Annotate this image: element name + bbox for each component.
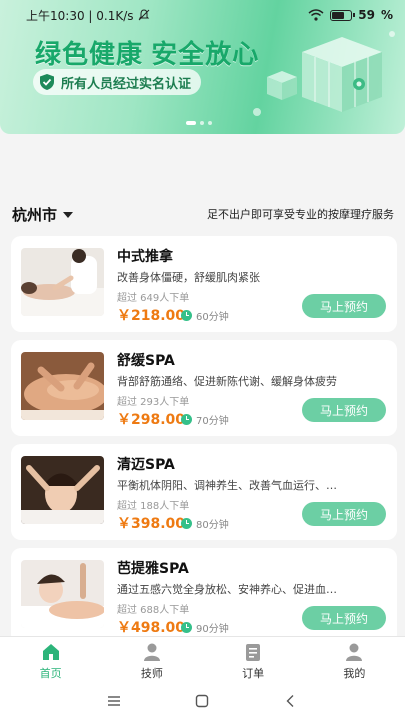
book-now-button[interactable]: 马上预约: [302, 398, 386, 422]
service-card[interactable]: 清迈SPA 平衡机体阴阳、调神养生、改善气血运行、… 超过 188人下单 ￥39…: [11, 444, 397, 540]
city-selector[interactable]: 杭州市: [12, 204, 74, 225]
service-card[interactable]: 芭提雅SPA 通过五感六觉全身放松、安神养心、促进血… 超过 688人下单 ￥4…: [11, 548, 397, 644]
banner-title: 绿色健康 安全放心: [35, 39, 260, 69]
clock-icon: [181, 310, 192, 321]
service-thumbnail: [21, 352, 104, 420]
service-thumbnail: [21, 456, 104, 524]
bottom-tab-bar: 首页 技师 订单 我的: [0, 636, 405, 682]
percent-sign: %: [380, 8, 393, 22]
service-card[interactable]: 舒缓SPA 背部舒筋通络、促进新陈代谢、缓解身体疲劳 超过 293人下单 ￥29…: [11, 340, 397, 436]
person-icon: [143, 643, 160, 661]
verified-badge-text: 所有人员经过实名认证: [61, 76, 192, 92]
clock-icon: [181, 622, 192, 633]
tab-orders[interactable]: 订单: [203, 637, 304, 682]
service-duration-text: 90分钟: [196, 624, 229, 635]
service-description: 通过五感六觉全身放松、安神养心、促进血…: [117, 583, 337, 596]
clock-icon: [181, 518, 192, 529]
banner-cube-illustration: [253, 31, 395, 116]
mute-icon: [138, 9, 149, 21]
service-duration-text: 80分钟: [196, 520, 229, 531]
book-now-button[interactable]: 马上预约: [302, 606, 386, 630]
tab-home[interactable]: 首页: [0, 637, 101, 682]
location-row: 杭州市 足不出户即可享受专业的按摩理疗服务: [0, 200, 405, 228]
banner-pagination: [186, 121, 212, 125]
battery-level: 59: [358, 8, 375, 22]
tab-home-label: 首页: [39, 667, 62, 680]
promo-banner[interactable]: 上午10:30 | 0.1K/s 59% 绿色健康 安全放心 所有人员经过实名认…: [0, 0, 405, 134]
shield-check-icon: [40, 74, 54, 90]
service-name: 舒缓SPA: [117, 353, 175, 369]
service-description: 平衡机体阴阳、调神养生、改善气血运行、…: [117, 479, 337, 492]
service-name: 中式推拿: [117, 249, 173, 265]
banner-dot[interactable]: [200, 121, 204, 125]
tab-profile-label: 我的: [343, 667, 366, 680]
service-tagline: 足不出户即可享受专业的按摩理疗服务: [207, 208, 394, 221]
banner-dot[interactable]: [208, 121, 212, 125]
service-duration-text: 60分钟: [196, 312, 229, 323]
banner-dot-active[interactable]: [186, 121, 196, 125]
service-orders: 超过 293人下单: [117, 397, 190, 408]
service-price: ￥498.00: [117, 620, 186, 636]
service-orders: 超过 188人下单: [117, 501, 190, 512]
back-arrow-icon[interactable]: [284, 694, 298, 708]
service-description: 背部舒筋通络、促进新陈代谢、缓解身体疲劳: [117, 375, 337, 388]
menu-icon[interactable]: [107, 694, 121, 708]
service-duration: 90分钟: [181, 620, 229, 635]
profile-icon: [346, 643, 363, 661]
verified-badge: 所有人员经过实名认证: [33, 69, 202, 95]
clock-icon: [181, 414, 192, 425]
service-orders: 超过 649人下单: [117, 293, 190, 304]
order-icon: [246, 644, 261, 661]
service-price: ￥298.00: [117, 412, 186, 428]
system-nav-bar: [0, 682, 405, 720]
battery-icon: [330, 9, 356, 21]
city-name: 杭州市: [12, 205, 58, 224]
service-price: ￥398.00: [117, 516, 186, 532]
tab-technician[interactable]: 技师: [101, 637, 202, 682]
service-name: 清迈SPA: [117, 457, 175, 473]
caret-down-icon: [63, 212, 74, 218]
service-duration-text: 70分钟: [196, 416, 229, 427]
service-duration: 80分钟: [181, 516, 229, 531]
home-icon: [42, 644, 59, 660]
book-now-button[interactable]: 马上预约: [302, 502, 386, 526]
service-card[interactable]: 中式推拿 改善身体僵硬，舒缓肌肉紧张 超过 649人下单 ￥218.00 60分…: [11, 236, 397, 332]
wifi-icon: [308, 9, 324, 21]
tab-profile[interactable]: 我的: [304, 637, 405, 682]
service-orders: 超过 688人下单: [117, 605, 190, 616]
status-time-speed: 上午10:30 | 0.1K/s: [26, 8, 134, 23]
service-thumbnail: [21, 560, 104, 628]
service-duration: 60分钟: [181, 308, 229, 323]
service-description: 改善身体僵硬，舒缓肌肉紧张: [117, 271, 260, 284]
service-price: ￥218.00: [117, 308, 186, 324]
service-thumbnail: [21, 248, 104, 316]
tab-technician-label: 技师: [140, 667, 163, 680]
tab-orders-label: 订单: [242, 667, 265, 680]
service-name: 芭提雅SPA: [117, 561, 189, 577]
home-square-icon[interactable]: [195, 694, 209, 708]
book-now-button[interactable]: 马上预约: [302, 294, 386, 318]
service-duration: 70分钟: [181, 412, 229, 427]
